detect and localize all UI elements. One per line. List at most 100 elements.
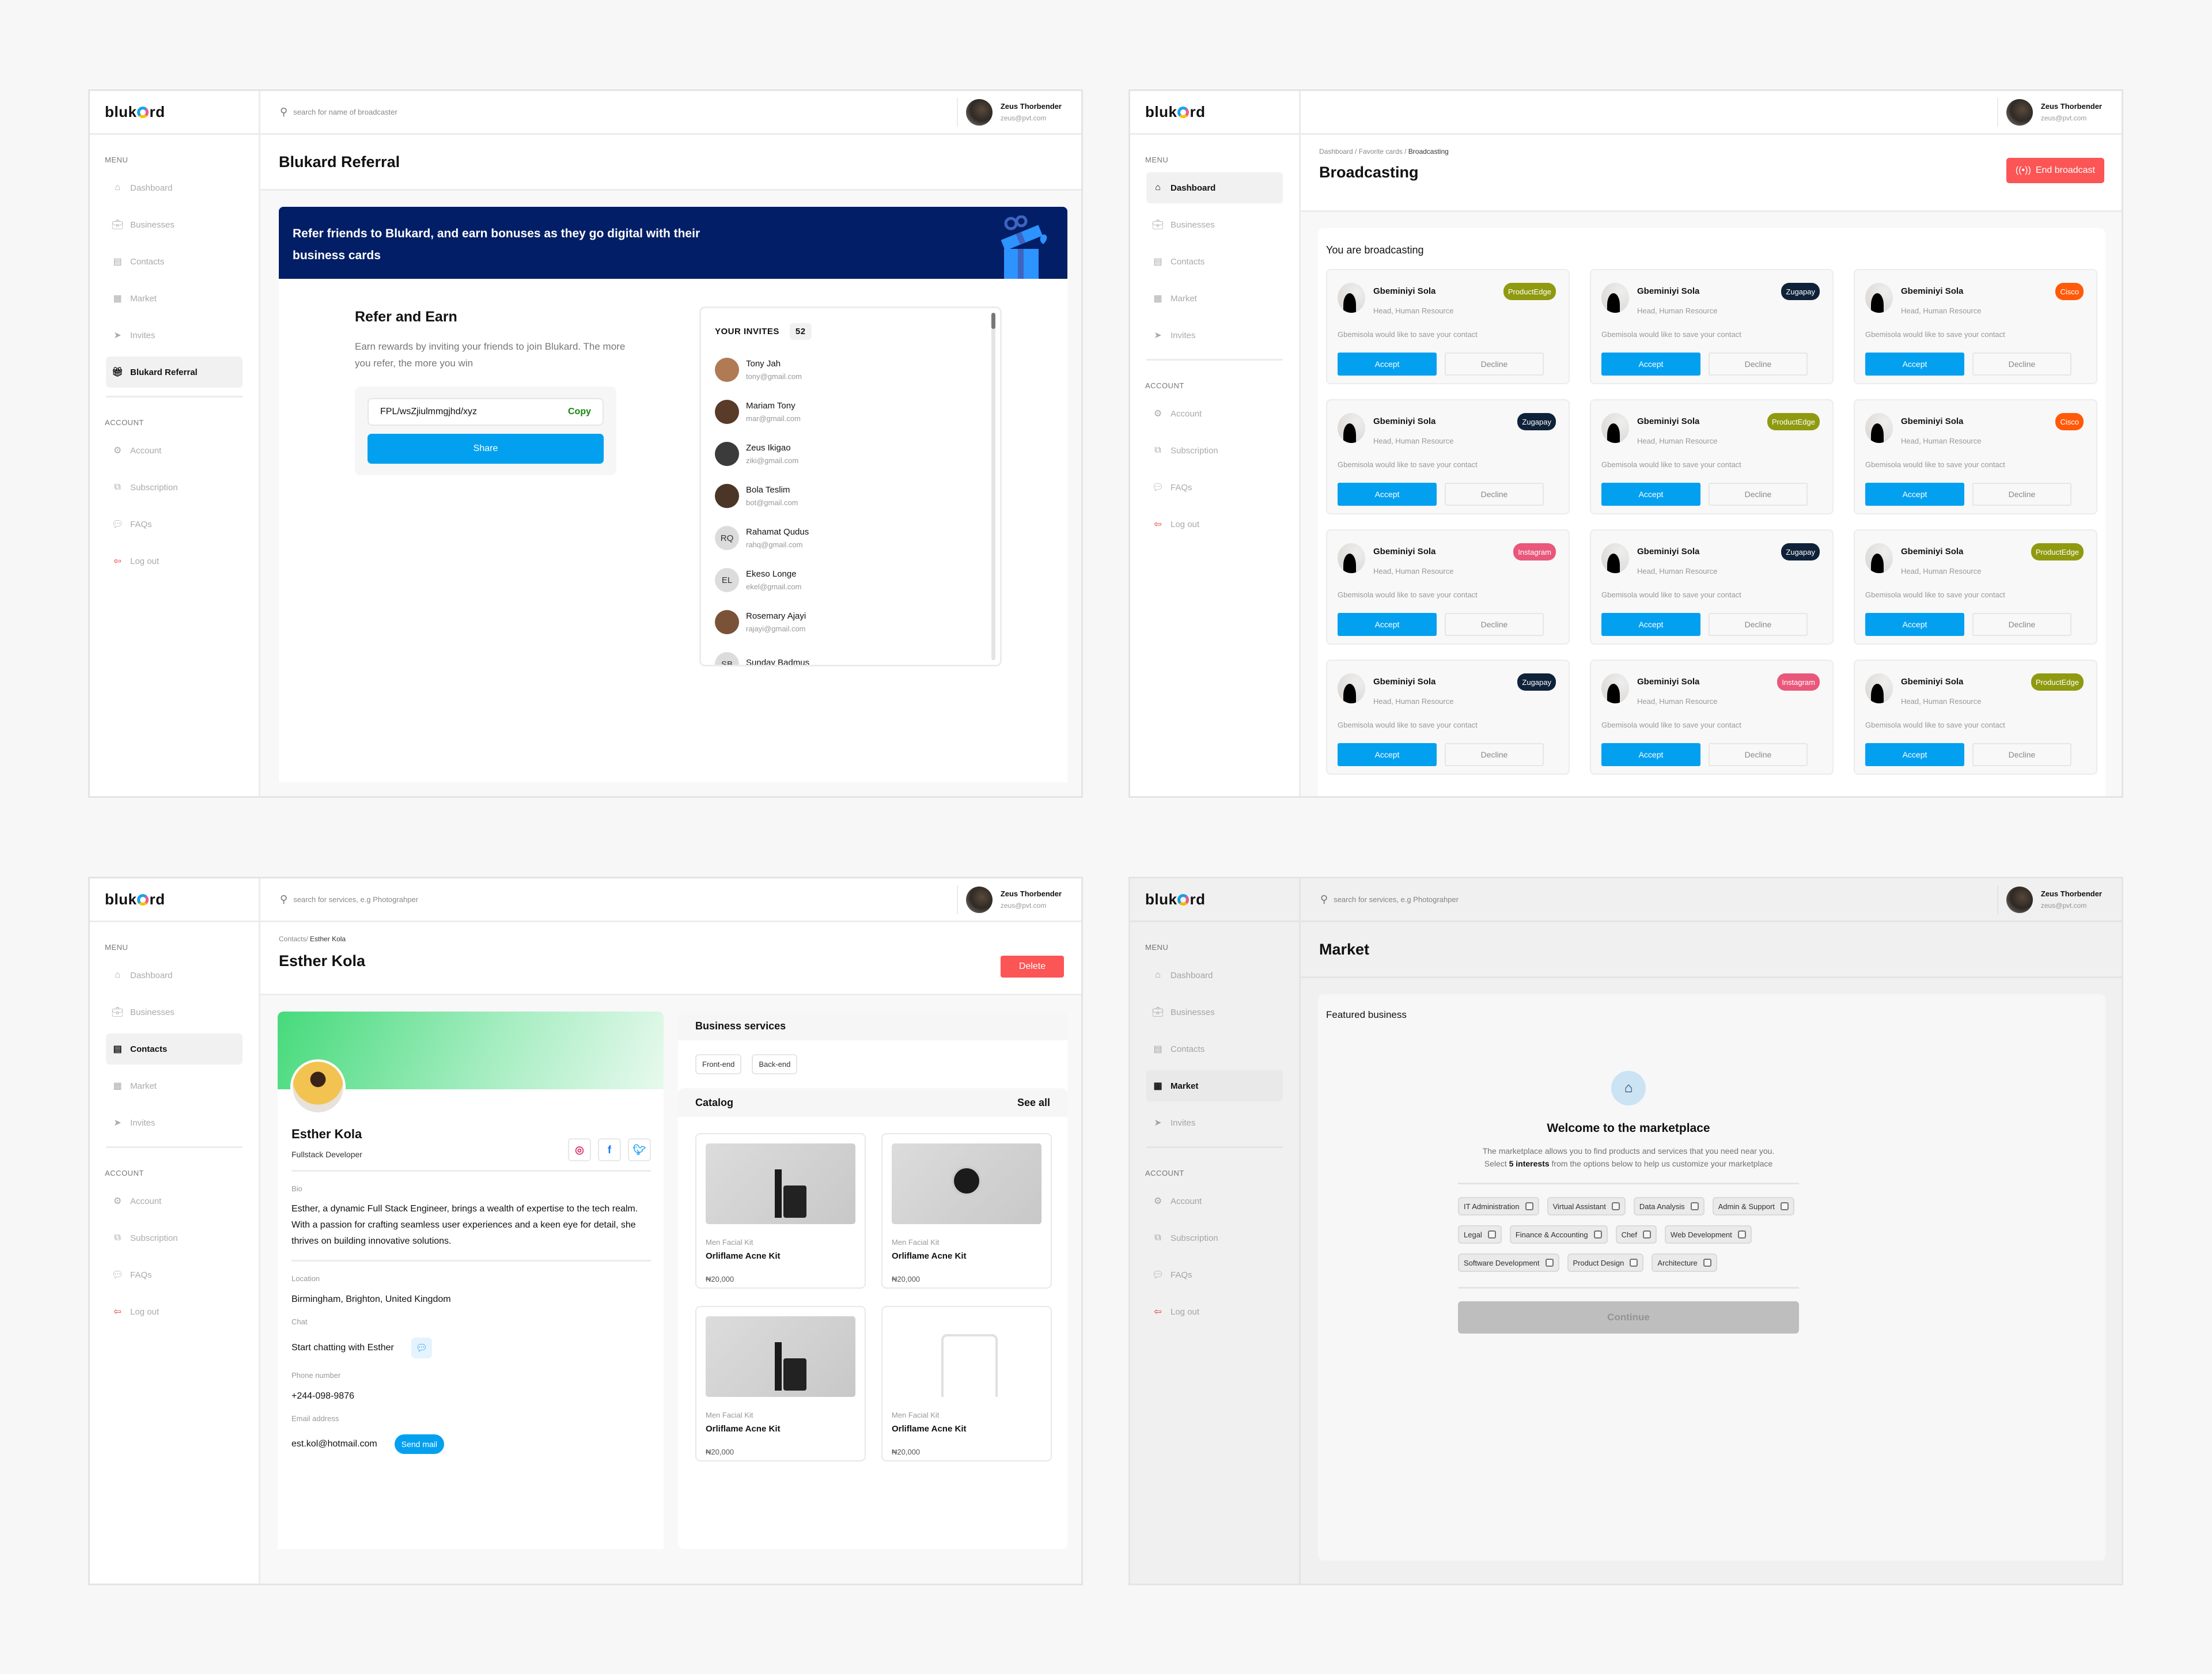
copy-button[interactable]: Copy xyxy=(568,407,591,417)
delete-button[interactable]: Delete xyxy=(1001,956,1064,978)
checkbox[interactable] xyxy=(1690,1202,1699,1210)
checkbox[interactable] xyxy=(1525,1202,1533,1210)
sidebar-item-invites[interactable]: ➤ Invites xyxy=(106,1107,243,1138)
search-input[interactable]: ⚲ search for services, e.g Photograhper xyxy=(1320,893,1997,906)
checkbox[interactable] xyxy=(1545,1259,1554,1267)
checkbox[interactable] xyxy=(1593,1230,1602,1239)
decline-button[interactable]: Decline xyxy=(1445,353,1544,376)
sidebar-item-businesses[interactable]: 💼︎ Businesses xyxy=(106,209,243,240)
accept-button[interactable]: Accept xyxy=(1601,613,1700,636)
interest-option-finance-accounting[interactable]: Finance & Accounting xyxy=(1509,1225,1608,1244)
checkbox[interactable] xyxy=(1611,1202,1620,1210)
interest-option-it-administration[interactable]: IT Administration xyxy=(1458,1197,1539,1215)
sidebar-item-contacts[interactable]: ▤ Contacts xyxy=(1146,1033,1283,1065)
interest-option-architecture[interactable]: Architecture xyxy=(1652,1253,1717,1272)
continue-button[interactable]: Continue xyxy=(1458,1301,1799,1334)
accept-button[interactable]: Accept xyxy=(1865,613,1964,636)
decline-button[interactable]: Decline xyxy=(1709,613,1808,636)
sidebar-item-log-out[interactable]: ⇦ Log out xyxy=(1146,1296,1283,1327)
accept-button[interactable]: Accept xyxy=(1601,483,1700,506)
decline-button[interactable]: Decline xyxy=(1445,743,1544,766)
logo[interactable]: bluk rd xyxy=(90,878,259,922)
sidebar-item-faqs[interactable]: 💬︎ FAQs xyxy=(1146,472,1283,503)
breadcrumb-item[interactable]: Contacts/ xyxy=(279,935,308,943)
user-profile[interactable]: Zeus Thorbender zeus@pvt.com xyxy=(1997,885,2102,914)
sidebar-item-account[interactable]: ⚙ Account xyxy=(106,435,243,466)
accept-button[interactable]: Accept xyxy=(1601,353,1700,376)
invite-list-item[interactable]: Tony Jah tony@gmail.com xyxy=(715,353,986,387)
sidebar-item-account[interactable]: ⚙ Account xyxy=(1146,1186,1283,1217)
breadcrumb-item[interactable]: Favorite cards xyxy=(1359,147,1403,156)
interest-option-admin-support[interactable]: Admin & Support xyxy=(1712,1197,1794,1215)
interest-option-virtual-assistant[interactable]: Virtual Assistant xyxy=(1547,1197,1626,1215)
sidebar-item-businesses[interactable]: 💼︎ Businesses xyxy=(1146,209,1283,240)
user-profile[interactable]: Zeus Thorbender zeus@pvt.com xyxy=(956,885,1062,914)
product-card[interactable]: Men Facial Kit Orliflame Acne Kit ₦20,00… xyxy=(881,1133,1052,1289)
sidebar-item-faqs[interactable]: 💬︎ FAQs xyxy=(106,1259,243,1290)
checkbox[interactable] xyxy=(1703,1259,1711,1267)
logo[interactable]: bluk rd xyxy=(90,91,259,135)
sidebar-item-faqs[interactable]: 💬︎ FAQs xyxy=(1146,1259,1283,1290)
sidebar-item-log-out[interactable]: ⇦ Log out xyxy=(1146,509,1283,540)
accept-button[interactable]: Accept xyxy=(1338,483,1437,506)
see-all-link[interactable]: See all xyxy=(1017,1097,1050,1109)
sidebar-item-subscription[interactable]: ⧉ Subscription xyxy=(1146,1222,1283,1253)
decline-button[interactable]: Decline xyxy=(1972,483,2071,506)
sidebar-item-market[interactable]: ▦ Market xyxy=(106,1070,243,1101)
sidebar-item-dashboard[interactable]: ⌂ Dashboard xyxy=(106,172,243,203)
logo[interactable]: bluk rd xyxy=(1130,878,1299,922)
checkbox[interactable] xyxy=(1630,1259,1638,1267)
decline-button[interactable]: Decline xyxy=(1445,613,1544,636)
chat-bubble-icon[interactable]: 💬︎ xyxy=(411,1338,432,1358)
referral-link-field[interactable]: FPL/wsZjiulmmgjhd/xyz Copy xyxy=(368,398,604,426)
invite-list-item[interactable]: EL Ekeso Longe ekel@gmail.com xyxy=(715,563,986,597)
sidebar-item-subscription[interactable]: ⧉ Subscription xyxy=(106,472,243,503)
decline-button[interactable]: Decline xyxy=(1709,353,1808,376)
sidebar-item-market[interactable]: ▦ Market xyxy=(106,283,243,314)
invite-list-item[interactable]: Mariam Tony mar@gmail.com xyxy=(715,395,986,429)
sidebar-item-market[interactable]: ▦ Market xyxy=(1146,283,1283,314)
decline-button[interactable]: Decline xyxy=(1972,743,2071,766)
sidebar-item-log-out[interactable]: ⇦ Log out xyxy=(106,546,243,577)
twitter-icon[interactable]: 🐦︎ xyxy=(628,1138,651,1161)
facebook-icon[interactable]: f xyxy=(598,1138,621,1161)
decline-button[interactable]: Decline xyxy=(1972,613,2071,636)
accept-button[interactable]: Accept xyxy=(1865,743,1964,766)
decline-button[interactable]: Decline xyxy=(1709,743,1808,766)
accept-button[interactable]: Accept xyxy=(1338,353,1437,376)
sidebar-item-invites[interactable]: ➤ Invites xyxy=(106,320,243,351)
product-card[interactable]: Men Facial Kit Orliflame Acne Kit ₦20,00… xyxy=(695,1306,866,1461)
interest-option-product-design[interactable]: Product Design xyxy=(1567,1253,1644,1272)
sidebar-item-blukard-referral[interactable]: 🎁︎ Blukard Referral xyxy=(106,357,243,388)
breadcrumb-item[interactable]: Dashboard xyxy=(1319,147,1353,156)
checkbox[interactable] xyxy=(1737,1230,1746,1239)
invite-list-item[interactable]: Bola Teslim bot@gmail.com xyxy=(715,479,986,513)
sidebar-item-faqs[interactable]: 💬︎ FAQs xyxy=(106,509,243,540)
sidebar-item-dashboard[interactable]: ⌂ Dashboard xyxy=(1146,172,1283,203)
logo[interactable]: bluk rd xyxy=(1130,91,1299,135)
checkbox[interactable] xyxy=(1780,1202,1789,1210)
sidebar-item-account[interactable]: ⚙ Account xyxy=(1146,398,1283,429)
interest-option-chef[interactable]: Chef xyxy=(1615,1225,1657,1244)
search-input[interactable]: ⚲ search for services, e.g Photograhper xyxy=(280,893,957,906)
sidebar-item-invites[interactable]: ➤ Invites xyxy=(1146,320,1283,351)
scrollbar[interactable] xyxy=(991,313,995,660)
interest-option-data-analysis[interactable]: Data Analysis xyxy=(1633,1197,1705,1215)
sidebar-item-log-out[interactable]: ⇦ Log out xyxy=(106,1296,243,1327)
interest-option-legal[interactable]: Legal xyxy=(1458,1225,1502,1244)
accept-button[interactable]: Accept xyxy=(1601,743,1700,766)
share-button[interactable]: Share xyxy=(368,434,604,464)
sidebar-item-market[interactable]: ▦ Market xyxy=(1146,1070,1283,1101)
interest-option-software-development[interactable]: Software Development xyxy=(1458,1253,1559,1272)
product-card[interactable]: Men Facial Kit Orliflame Acne Kit ₦20,00… xyxy=(881,1306,1052,1461)
product-card[interactable]: Men Facial Kit Orliflame Acne Kit ₦20,00… xyxy=(695,1133,866,1289)
sidebar-item-contacts[interactable]: ▤ Contacts xyxy=(106,1033,243,1065)
sidebar-item-businesses[interactable]: 💼︎ Businesses xyxy=(1146,997,1283,1028)
accept-button[interactable]: Accept xyxy=(1338,613,1437,636)
accept-button[interactable]: Accept xyxy=(1338,743,1437,766)
sidebar-item-dashboard[interactable]: ⌂ Dashboard xyxy=(106,960,243,991)
invite-list-item[interactable]: Rosemary Ajayi rajayi@gmail.com xyxy=(715,605,986,639)
invite-list-item[interactable]: SB Sunday Badmus xyxy=(715,647,986,665)
decline-button[interactable]: Decline xyxy=(1445,483,1544,506)
decline-button[interactable]: Decline xyxy=(1709,483,1808,506)
